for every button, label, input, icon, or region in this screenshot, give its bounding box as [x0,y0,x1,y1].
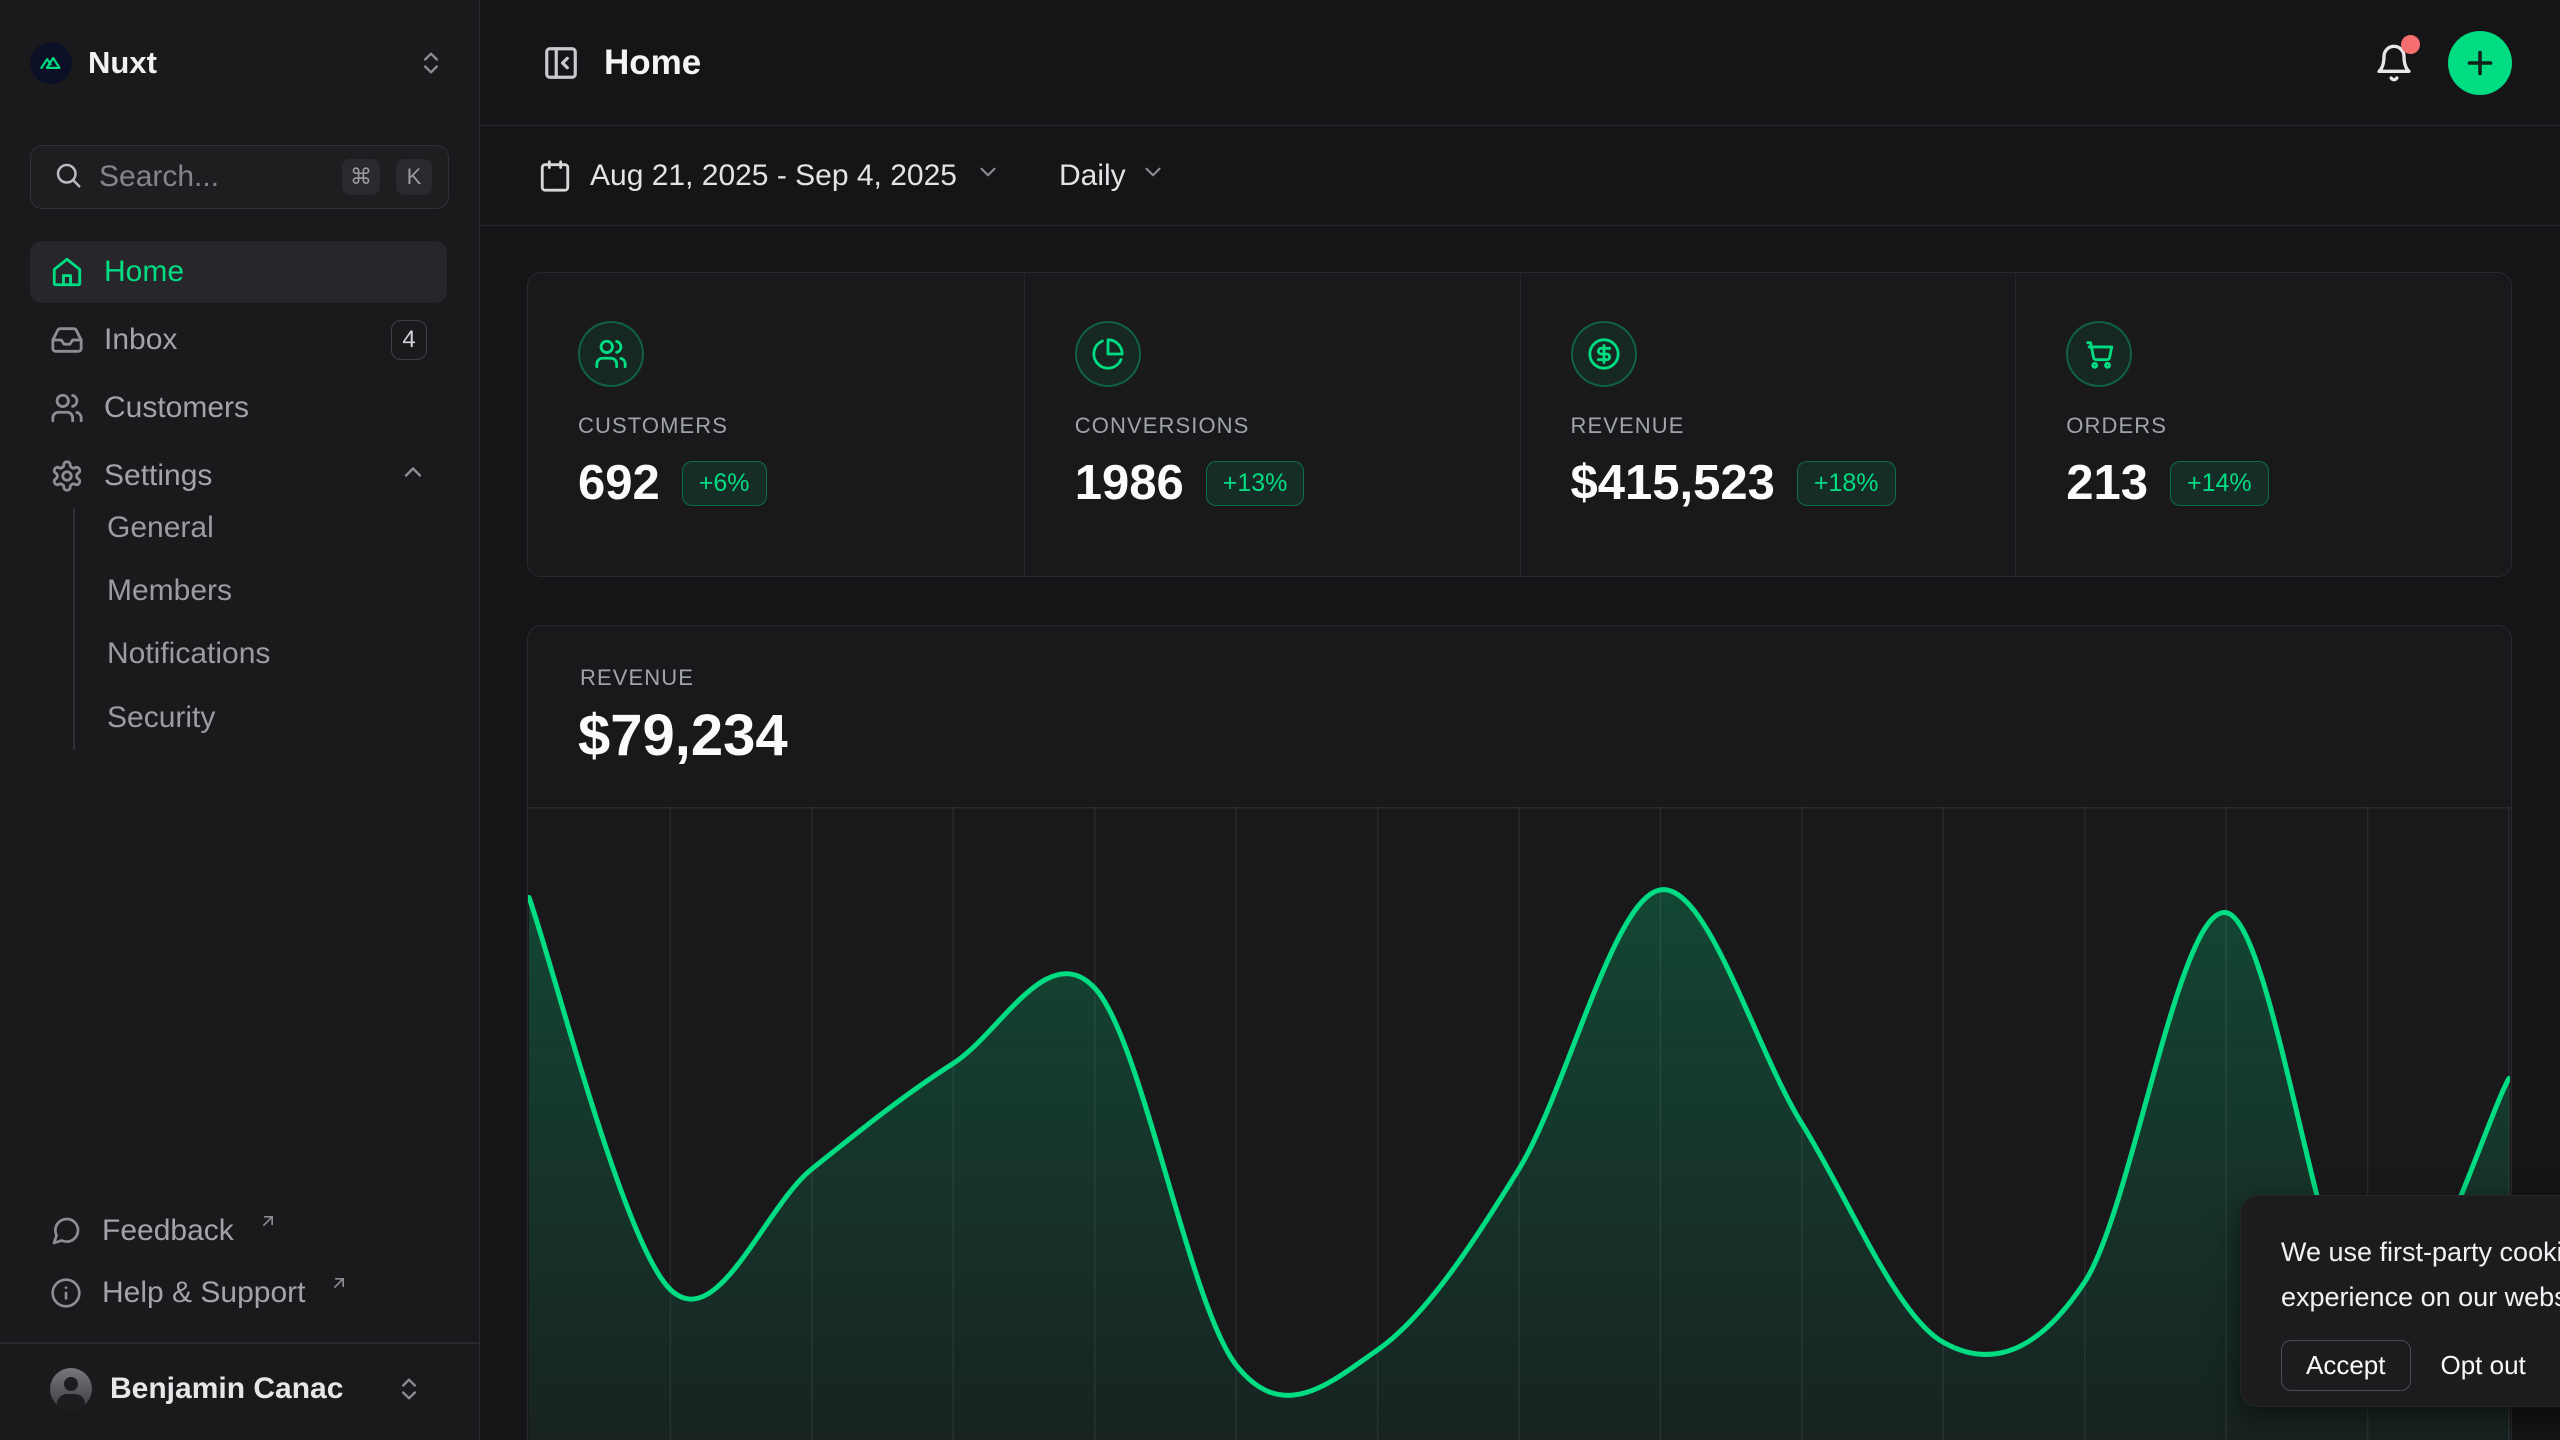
stat-value: $415,523 [1571,455,1775,511]
stat-conversions[interactable]: CONVERSIONS 1986 +13% [1024,273,1520,576]
notification-dot [2401,35,2420,54]
cookie-banner: We use first-party cookies to enhance yo… [2240,1195,2560,1407]
app-root: Nuxt Search... ⌘ K Home Inbox 4 Customer… [0,0,2560,1440]
users-icon [578,321,644,387]
sub-item-label: Notifications [107,637,270,671]
sidebar-item-customers[interactable]: Customers [30,377,447,439]
search-placeholder: Search... [99,160,326,194]
workspace-name: Nuxt [88,45,397,81]
sidebar-item-notifications[interactable]: Notifications [107,622,439,685]
kbd-k: K [396,159,432,195]
gear-icon [50,459,84,493]
revenue-chart-value: $79,234 [578,702,788,769]
users-icon [50,391,84,425]
main-panel: Home Aug 21, 2025 - Sep 4, 2025 [480,0,2560,1440]
stat-label: CUSTOMERS [578,413,1024,439]
sidebar-item-general[interactable]: General [107,496,439,559]
stat-delta-badge: +14% [2170,461,2269,506]
external-link-icon [258,1211,278,1231]
user-menu[interactable]: Benjamin Canac [30,1356,447,1422]
stat-value: 1986 [1075,455,1184,511]
notifications-button[interactable] [2370,39,2418,87]
sidebar-item-home[interactable]: Home [30,241,447,303]
page-title: Home [604,43,701,83]
message-circle-icon [50,1215,82,1247]
avatar [50,1368,92,1410]
stat-delta-badge: +18% [1797,461,1896,506]
stat-revenue[interactable]: REVENUE $415,523 +18% [1520,273,2016,576]
sidebar-divider [0,1342,479,1344]
inbox-count-badge: 4 [391,320,427,360]
sidebar-item-feedback[interactable]: Feedback [30,1200,447,1262]
granularity-value: Daily [1059,159,1126,193]
panel-left-close-icon [542,44,580,82]
sub-item-label: Security [107,701,215,735]
chevrons-up-down-icon [391,1371,427,1407]
nuxt-logo-icon [30,42,72,84]
stat-label: ORDERS [2066,413,2511,439]
calendar-icon [538,159,572,193]
pie-chart-icon [1075,321,1141,387]
sidebar-item-inbox[interactable]: Inbox 4 [30,309,447,371]
stat-delta-badge: +6% [682,461,767,506]
chevrons-up-down-icon [413,45,449,81]
kbd-meta: ⌘ [342,159,380,195]
main-header: Home [480,0,2560,126]
external-link-icon [329,1273,349,1293]
workspace-switcher[interactable]: Nuxt [30,33,449,93]
sidebar-item-help-support[interactable]: Help & Support [30,1262,447,1324]
stat-value: 692 [578,455,660,511]
sidebar-item-members[interactable]: Members [107,559,439,622]
filters-bar: Aug 21, 2025 - Sep 4, 2025 Daily [480,127,2560,226]
revenue-chart-label: REVENUE [580,665,694,691]
sidebar-item-label: Home [104,255,427,289]
stat-delta-badge: +13% [1206,461,1305,506]
date-range-value: Aug 21, 2025 - Sep 4, 2025 [590,159,957,193]
sidebar-item-label: Customers [104,391,427,425]
opt-out-button[interactable]: Opt out [2441,1350,2526,1381]
add-button[interactable] [2448,31,2512,95]
sidebar-collapse-button[interactable] [538,40,584,86]
sidebar-item-label: Help & Support [102,1276,305,1310]
stat-customers[interactable]: CUSTOMERS 692 +6% [528,273,1024,576]
stat-label: REVENUE [1571,413,2016,439]
sidebar-item-security[interactable]: Security [107,686,439,749]
chevron-up-icon [399,458,427,494]
sidebar-item-label: Inbox [104,323,371,357]
chevron-down-icon [1140,159,1166,193]
revenue-chart-svg[interactable] [528,807,2510,1440]
granularity-select[interactable]: Daily [1059,159,1166,193]
inbox-icon [50,323,84,357]
search-input[interactable]: Search... ⌘ K [30,145,449,209]
sub-item-label: Members [107,574,232,608]
sub-item-label: General [107,511,214,545]
stat-label: CONVERSIONS [1075,413,1520,439]
stat-value: 213 [2066,455,2148,511]
sidebar-item-label: Feedback [102,1214,234,1248]
sidebar-item-label: Settings [104,459,379,493]
shopping-cart-icon [2066,321,2132,387]
home-icon [50,255,84,289]
search-icon [53,160,83,195]
revenue-panel: REVENUE $79,234 [527,625,2512,1440]
settings-tree-line [73,508,75,750]
dollar-circle-icon [1571,321,1637,387]
cookie-message: We use first-party cookies to enhance yo… [2281,1230,2560,1320]
user-name: Benjamin Canac [110,1372,373,1406]
date-range-picker[interactable]: Aug 21, 2025 - Sep 4, 2025 [538,159,1001,193]
stat-orders[interactable]: ORDERS 213 +14% [2015,273,2511,576]
sidebar: Nuxt Search... ⌘ K Home Inbox 4 Customer… [0,0,480,1440]
chevron-down-icon [975,159,1001,193]
plus-icon [2462,45,2498,81]
stats-row: CUSTOMERS 692 +6% CONVERSIONS 1986 +13% [527,272,2512,577]
accept-button[interactable]: Accept [2281,1340,2411,1391]
info-circle-icon [50,1277,82,1309]
